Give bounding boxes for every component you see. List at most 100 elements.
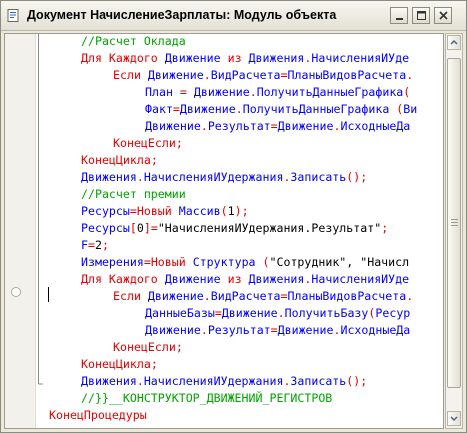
code-line[interactable]: Ресурсы[0]="НачисленияИУдержания.Результ… [81, 220, 388, 237]
code-token: ; [381, 221, 389, 235]
code-token: Движение [179, 102, 236, 116]
code-token: КонецПроцедуры [49, 408, 147, 422]
code-line[interactable]: Если Движение.ВидРасчета=ПланыВидовРасче… [113, 67, 413, 84]
code-token: = [280, 68, 288, 82]
code-line[interactable]: КонецЕсли; [113, 135, 183, 152]
code-line[interactable]: КонецЕсли; [113, 339, 183, 356]
code-token: . [406, 68, 414, 82]
code-token: F [81, 238, 88, 252]
code-token: Если [113, 68, 148, 82]
code-token: 0 [136, 221, 144, 235]
code-line[interactable]: //Расчет Оклада [81, 34, 186, 50]
code-line[interactable]: Факт=Движение.ПолучитьДанныеГрафика (Ви [145, 101, 417, 118]
maximize-button[interactable] [412, 7, 430, 24]
code-token: ; [150, 357, 158, 371]
code-token: . [406, 289, 414, 303]
code-token: Движения [81, 374, 137, 388]
code-token: План [145, 85, 180, 99]
code-token: "Сотрудник", "Начисл [269, 255, 410, 269]
code-token: . [235, 102, 243, 116]
code-token: 1 [227, 204, 235, 218]
code-line[interactable]: Если Движение.ВидРасчета=ПланыВидовРасче… [113, 288, 413, 305]
code-token: Движение [193, 85, 250, 99]
code-line[interactable]: //}}__КОНСТРУКТОР_ДВИЖЕНИЙ_РЕГИСТРОВ [81, 390, 332, 407]
code-token: КонецЕсли [113, 340, 176, 354]
code-token: . [277, 306, 285, 320]
code-line[interactable]: Для Каждого Движение из Движения.Начисле… [81, 50, 409, 67]
vertical-scrollbar[interactable] [445, 33, 463, 429]
maximize-icon [417, 11, 426, 20]
code-token: = [280, 289, 288, 303]
code-line[interactable]: КонецЦикла; [81, 152, 158, 169]
code-token: Движение [164, 51, 228, 65]
code-token: Движение [145, 323, 201, 337]
code-token: Для Каждого [81, 272, 165, 286]
code-token: Движения [81, 170, 137, 184]
code-token: . [136, 374, 144, 388]
code-line[interactable]: Движение.Результат=Движение.ИсходныеДа [145, 322, 410, 339]
code-line[interactable]: F=2; [81, 237, 109, 254]
code-token: Ресурсы [81, 221, 130, 235]
scroll-down-button[interactable] [447, 411, 461, 426]
scroll-thumb[interactable] [447, 58, 461, 388]
code-token: Факт [145, 102, 173, 116]
code-token: = [129, 204, 137, 218]
code-line[interactable]: ДанныеБазы=Движение.ПолучитьБазу(Ресур [145, 305, 410, 322]
code-line[interactable]: КонецЦикла; [81, 356, 158, 373]
code-token: Для Каждого [81, 51, 165, 65]
code-token: Движение [164, 272, 228, 286]
code-token: . [203, 289, 211, 303]
code-editor[interactable]: //Расчет Оклада Для Каждого Движение из Д… [4, 33, 444, 429]
code-token: ПолучитьБазу [284, 306, 369, 320]
code-token: = [270, 119, 278, 133]
code-token: ПланыВидовРасчета [287, 68, 407, 82]
code-token: Записать [290, 170, 347, 184]
code-line[interactable]: План = Движение.ПолучитьДанныеГрафика( [145, 84, 410, 101]
code-token: ПолучитьДанныеГрафика [256, 85, 404, 99]
code-line[interactable]: КонецПроцедуры [49, 407, 147, 424]
code-token: 2 [94, 238, 102, 252]
code-line[interactable]: Движения.НачисленияИУдержания.Записать()… [81, 169, 367, 186]
scroll-up-button[interactable] [447, 35, 461, 50]
code-line[interactable]: //Расчет премии [81, 186, 186, 203]
code-token: ]= [143, 221, 158, 235]
code-token: . [200, 119, 208, 133]
code-token: Результат [207, 323, 271, 337]
code-token: Ресур [375, 306, 411, 320]
title-bar[interactable]: Документ НачислениеЗарплаты: Модуль объе… [1, 1, 466, 31]
code-token: Массив [178, 204, 221, 218]
code-token: Результат [207, 119, 271, 133]
close-button[interactable] [434, 7, 452, 24]
code-token: ( [403, 85, 411, 99]
code-token: ; [175, 136, 183, 150]
code-token: ; [101, 238, 109, 252]
code-token: ВидРасчета [210, 289, 281, 303]
code-token: ( [262, 255, 270, 269]
code-token: ; [150, 153, 158, 167]
scroll-down-icon [450, 416, 458, 422]
code-token: Движение [277, 119, 334, 133]
code-token: из [227, 272, 249, 286]
text-caret [48, 287, 49, 302]
code-line[interactable]: Для Каждого Движение из Движения.Начисле… [81, 271, 409, 288]
code-token: . [200, 323, 208, 337]
code-token: ( [220, 204, 228, 218]
code-token: Записать [290, 374, 347, 388]
code-line[interactable]: Движения.НачисленияИУдержания.Записать()… [81, 373, 367, 390]
code-token: ИсходныеДа [340, 323, 411, 337]
code-token: НачисленияИУдержания [143, 170, 284, 184]
code-token: = [143, 255, 151, 269]
code-line[interactable]: Движение.Результат=Движение.ИсходныеДа [145, 118, 410, 135]
code-line[interactable]: Ресурсы=Новый Массив(1); [81, 203, 249, 220]
code-area[interactable]: //Расчет Оклада Для Каждого Движение из Д… [5, 34, 443, 428]
code-token: = [87, 238, 95, 252]
minimize-button[interactable] [390, 7, 408, 24]
code-token: Движение [147, 289, 204, 303]
code-token: = [214, 306, 222, 320]
code-token: Ресурсы [81, 204, 130, 218]
code-token: Структура [192, 255, 263, 269]
code-token: Новый [136, 204, 179, 218]
code-line[interactable]: Измерения=Новый Структура ("Сотрудник", … [81, 254, 409, 271]
code-token: . [203, 68, 211, 82]
code-token: Движения [248, 51, 305, 65]
